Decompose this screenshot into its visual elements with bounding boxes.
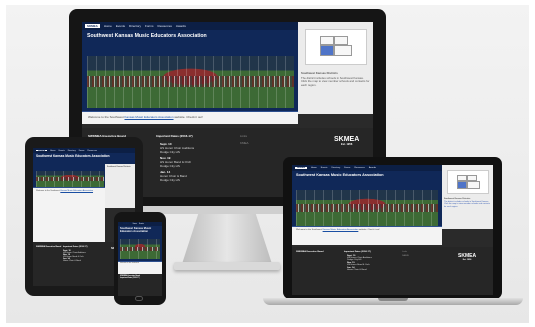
nav-item-forms[interactable]: Forms (344, 167, 350, 169)
welcome-bar: Welcome to the Southwest Kansas Music Ed… (82, 112, 298, 124)
welcome-prefix: Welcome to the Southwest (120, 263, 139, 264)
nav-item-directory[interactable]: Directory (129, 24, 141, 28)
footer-dates-heading: Important Dates (2016-17) (120, 278, 140, 279)
district-map[interactable] (304, 29, 367, 65)
welcome-link[interactable]: Kansas Music Educators Association (124, 115, 173, 119)
nav-item-awards[interactable]: Awards (369, 167, 376, 169)
site-title: Southwest Kansas Music Educators Associa… (120, 227, 152, 233)
site-logo[interactable]: SKMEA (36, 150, 48, 152)
welcome-prefix: Welcome to the Southwest (36, 190, 60, 192)
footer-links-heading: Links (402, 251, 408, 253)
website-laptop-view: SKMEA Home Events Directory Forms Resour… (292, 165, 493, 295)
footer-col-dates: Important Dates (2016-17) Sept. 10 HS Ho… (63, 246, 103, 262)
footer-col-board: SWKMEA Executive Board (296, 251, 324, 253)
website-phone-view: SKMEA Home Events Southwest Kansas Music… (118, 222, 162, 296)
date-line: Dodge City HS (160, 164, 180, 168)
footer-col-board: SWKMEA Executive Board (36, 246, 61, 248)
sidebar-text: The district includes schools in Southwe… (301, 76, 370, 87)
footer-link[interactable]: KMEA (240, 141, 249, 145)
footer-logo-text: SKMEA (334, 136, 360, 143)
footer-links-heading: Links (240, 134, 248, 138)
footer-dates-heading: Important Dates (2016-17) (156, 134, 193, 138)
date-line: Dodge City HS (347, 259, 362, 261)
sidebar-heading: Southwest Kansas Districts (444, 198, 471, 200)
footer-dates-heading: Important Dates (2016-17) (63, 246, 88, 248)
footer-col-dates: Important Dates (2016-17) Sept. 10 HS Ho… (156, 134, 226, 182)
footer-dates-heading: Important Dates (2016-17) (344, 251, 371, 253)
date-line: HS Honor Band & Orch (347, 264, 370, 266)
nav-item-resources[interactable]: Resources (354, 167, 364, 169)
hero-marching-band-image (87, 56, 294, 108)
welcome-link[interactable]: Kansas Music Educators Association (60, 190, 93, 192)
nav-item-directory[interactable]: Directory (331, 167, 340, 169)
smartphone: SKMEA Home Events Southwest Kansas Music… (114, 212, 166, 305)
date-line: Honor Choir & Band (63, 260, 81, 262)
welcome-link[interactable]: Kansas Music Educators Association (323, 229, 359, 231)
welcome-bar: Welcome to the Southwest Kansas Music Ed… (292, 227, 442, 245)
nav-item-events[interactable]: Events (116, 24, 125, 28)
phone-home-button[interactable] (135, 296, 143, 301)
welcome-suffix: website. Check it out! (358, 229, 380, 231)
nav-item-directory[interactable]: Directory (68, 150, 76, 152)
footer-col-links: Links NAfME (402, 251, 409, 257)
site-nav: SKMEA Home Events Directory Forms Resour… (82, 22, 298, 30)
footer-logo: SKMEA Est. 1956 (458, 253, 476, 261)
nav-item-awards[interactable]: Awards (176, 24, 186, 28)
site-header: SKMEA Home Events Directory Forms Resour… (82, 22, 298, 112)
sidebar-heading: Southwest Kansas Districts (301, 71, 338, 75)
footer-col-links: Links KMEA (240, 134, 249, 145)
footer-col-board: SWKMEA Executive Board Important Dates (… (120, 276, 140, 279)
sidebar: Southwest Kansas Districts (105, 164, 135, 208)
nav-item-home[interactable]: Home (50, 150, 55, 152)
footer-link[interactable]: NAfME (402, 255, 409, 257)
date-line: Dodge City HS (160, 178, 180, 182)
laptop: SKMEA Home Events Directory Forms Resour… (283, 157, 502, 299)
hero-marching-band-image (120, 239, 160, 259)
laptop-notch (378, 298, 408, 301)
welcome-bar: Welcome to the Southwest Kansas Music Ed… (33, 188, 105, 242)
site-logo[interactable]: SKMEA (295, 167, 307, 169)
nav-item-events[interactable]: Events (59, 150, 65, 152)
welcome-prefix: Welcome to the Southwest (296, 229, 322, 231)
date-line: Honor Choir & Band (347, 269, 367, 271)
footer-board-heading: SWKMEA Executive Board (296, 251, 324, 253)
desktop-stand-base (174, 262, 280, 270)
site-footer: SWKMEA Executive Board Important Dates (… (292, 247, 493, 295)
laptop-screen: SKMEA Home Events Directory Forms Resour… (292, 165, 493, 295)
welcome-prefix: Welcome to the Southwest (88, 115, 124, 119)
footer-col-dates: Important Dates (2016-17) Sept. 10 HS Ho… (344, 251, 394, 271)
sidebar-text: The district includes schools in Southwe… (444, 201, 491, 208)
date-line: Dodge City HS (160, 150, 180, 154)
hero-marching-band-image (296, 190, 438, 226)
site-title: Southwest Kansas Music Educators Associa… (87, 33, 207, 39)
nav-item-forms[interactable]: Forms (79, 150, 85, 152)
nav-item-events[interactable]: Events (321, 167, 328, 169)
site-title: Southwest Kansas Music Educators Associa… (36, 154, 110, 158)
footer-logo: SKMEA Est. 1956 (334, 136, 359, 146)
nav-item-resources[interactable]: Resources (158, 24, 172, 28)
site-footer: SWKMEA Executive Board Important Dates (… (118, 274, 162, 296)
hero-marching-band-image (36, 171, 104, 187)
footer-logo-sub: Est. 1956 (462, 259, 472, 261)
district-map[interactable] (446, 170, 489, 194)
nav-item-home[interactable]: Home (311, 167, 317, 169)
site-title: Southwest Kansas Music Educators Associa… (296, 173, 384, 177)
nav-item-home[interactable]: Home (104, 24, 112, 28)
welcome-suffix: website. Check it out! (174, 115, 203, 119)
phone-screen: SKMEA Home Events Southwest Kansas Music… (118, 222, 162, 296)
footer-board-heading: SWKMEA Executive Board (120, 276, 141, 277)
sidebar: Southwest Kansas Districts The district … (298, 22, 373, 114)
footer-board-heading: SWKMEA Executive Board (36, 246, 62, 248)
sidebar-heading: Southwest Kansas Districts (107, 166, 131, 168)
sidebar: Southwest Kansas Districts The district … (442, 165, 493, 229)
site-header: SKMEA Home Events Directory Forms Resour… (292, 165, 442, 227)
nav-item-resources[interactable]: Resources (87, 150, 97, 152)
footer-logo-sub: Est. 1956 (341, 143, 353, 146)
welcome-bar: Welcome to the Southwest (118, 262, 162, 274)
nav-item-forms[interactable]: Forms (145, 24, 154, 28)
site-logo[interactable]: SKMEA (85, 24, 100, 28)
site-header: SKMEA Home Events Southwest Kansas Music… (118, 222, 162, 262)
